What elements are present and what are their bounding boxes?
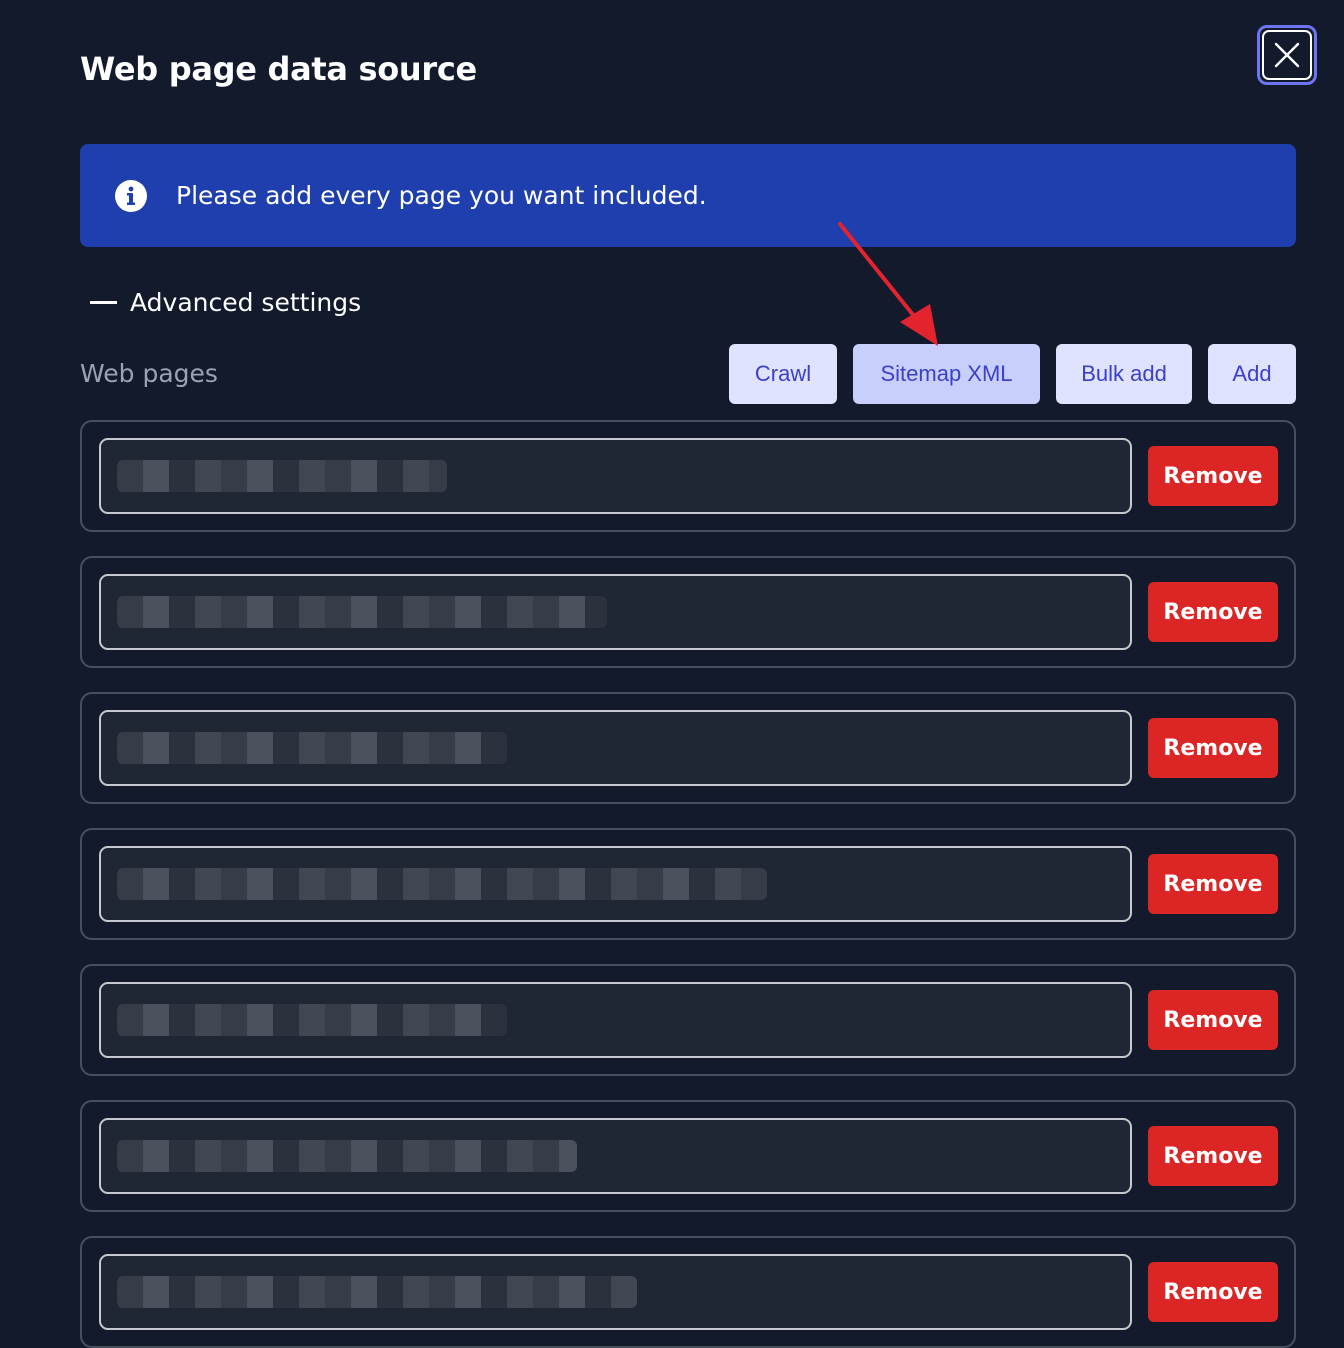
info-banner-text: Please add every page you want included. xyxy=(176,181,707,210)
remove-button[interactable]: Remove xyxy=(1148,854,1278,914)
remove-button[interactable]: Remove xyxy=(1148,990,1278,1050)
url-input[interactable] xyxy=(99,574,1132,650)
info-icon xyxy=(114,179,148,213)
web-page-row: Remove xyxy=(80,964,1296,1076)
url-input[interactable] xyxy=(99,438,1132,514)
crawl-button[interactable]: Crawl xyxy=(729,344,837,404)
redacted-text xyxy=(117,460,447,492)
web-page-row: Remove xyxy=(80,556,1296,668)
info-banner: Please add every page you want included. xyxy=(80,144,1296,247)
redacted-text xyxy=(117,1276,637,1308)
remove-button[interactable]: Remove xyxy=(1148,582,1278,642)
bulk-add-button[interactable]: Bulk add xyxy=(1056,344,1192,404)
redacted-text xyxy=(117,868,767,900)
remove-button[interactable]: Remove xyxy=(1148,1126,1278,1186)
url-input[interactable] xyxy=(99,982,1132,1058)
remove-button[interactable]: Remove xyxy=(1148,718,1278,778)
url-input[interactable] xyxy=(99,710,1132,786)
redacted-text xyxy=(117,596,607,628)
close-button[interactable] xyxy=(1257,25,1317,85)
dialog-title: Web page data source xyxy=(80,50,477,88)
close-icon xyxy=(1262,30,1312,80)
add-button[interactable]: Add xyxy=(1208,344,1296,404)
web-pages-label: Web pages xyxy=(80,359,218,388)
web-page-row: Remove xyxy=(80,1100,1296,1212)
web-page-row: Remove xyxy=(80,1236,1296,1348)
minus-icon xyxy=(90,301,117,304)
url-input[interactable] xyxy=(99,1118,1132,1194)
annotation-arrow-icon xyxy=(838,222,938,346)
remove-button[interactable]: Remove xyxy=(1148,446,1278,506)
url-input[interactable] xyxy=(99,1254,1132,1330)
web-page-row: Remove xyxy=(80,828,1296,940)
web-page-data-source-dialog: Web page data source Please add every pa… xyxy=(0,0,1344,1348)
url-input[interactable] xyxy=(99,846,1132,922)
redacted-text xyxy=(117,1004,507,1036)
web-page-row: Remove xyxy=(80,692,1296,804)
advanced-settings-label: Advanced settings xyxy=(130,288,362,317)
redacted-text xyxy=(117,732,507,764)
web-page-row: Remove xyxy=(80,420,1296,532)
remove-button[interactable]: Remove xyxy=(1148,1262,1278,1322)
redacted-text xyxy=(117,1140,577,1172)
advanced-settings-toggle[interactable]: Advanced settings xyxy=(90,288,361,317)
